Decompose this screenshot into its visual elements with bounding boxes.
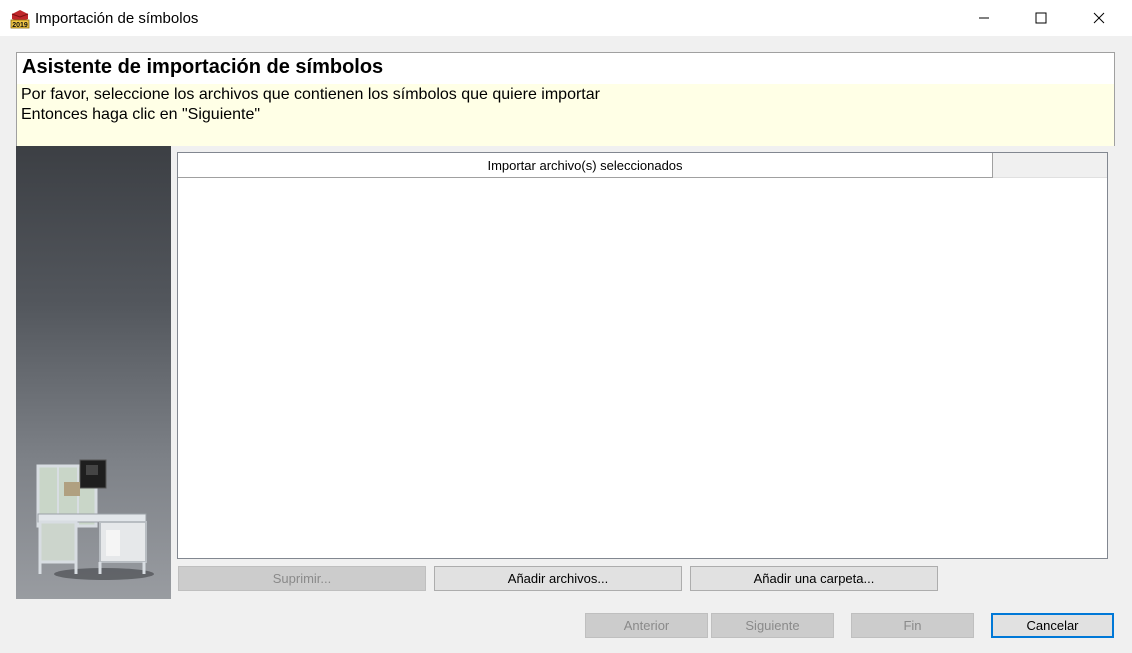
close-icon <box>1093 12 1105 24</box>
next-button[interactable]: Siguiente <box>711 613 834 638</box>
file-list-header-filler <box>993 153 1107 178</box>
window-title: Importación de símbolos <box>35 10 199 27</box>
wizard-title: Asistente de importación de símbolos <box>22 56 384 78</box>
file-list-column-header[interactable]: Importar archivo(s) seleccionados <box>178 153 993 178</box>
maximize-button[interactable] <box>1012 0 1070 36</box>
app-logo-year: 2019 <box>12 22 28 29</box>
minimize-icon <box>979 17 989 19</box>
wizard-instruction-line-1: Por favor, seleccione los archivos que c… <box>21 86 600 103</box>
app-logo-icon: 2019 <box>9 8 31 29</box>
close-button[interactable] <box>1070 0 1128 36</box>
wizard-instruction-line-2: Entonces haga clic en "Siguiente" <box>21 106 261 123</box>
wizard-header: Asistente de importación de símbolos Por… <box>16 52 1115 146</box>
minimize-button[interactable] <box>955 0 1013 36</box>
previous-button[interactable]: Anterior <box>585 613 708 638</box>
add-folder-button[interactable]: Añadir una carpeta... <box>690 566 938 591</box>
file-list[interactable]: Importar archivo(s) seleccionados <box>177 152 1108 559</box>
add-files-button[interactable]: Añadir archivos... <box>434 566 682 591</box>
wizard-header-title-band: Asistente de importación de símbolos <box>17 53 1114 84</box>
cancel-button[interactable]: Cancelar <box>991 613 1114 638</box>
delete-button[interactable]: Suprimir... <box>178 566 426 591</box>
title-bar: 2019 Importación de símbolos <box>0 0 1132 36</box>
maximize-icon <box>1035 12 1047 24</box>
wizard-side-banner <box>16 146 171 599</box>
finish-button[interactable]: Fin <box>851 613 974 638</box>
machine-illustration <box>36 459 154 580</box>
